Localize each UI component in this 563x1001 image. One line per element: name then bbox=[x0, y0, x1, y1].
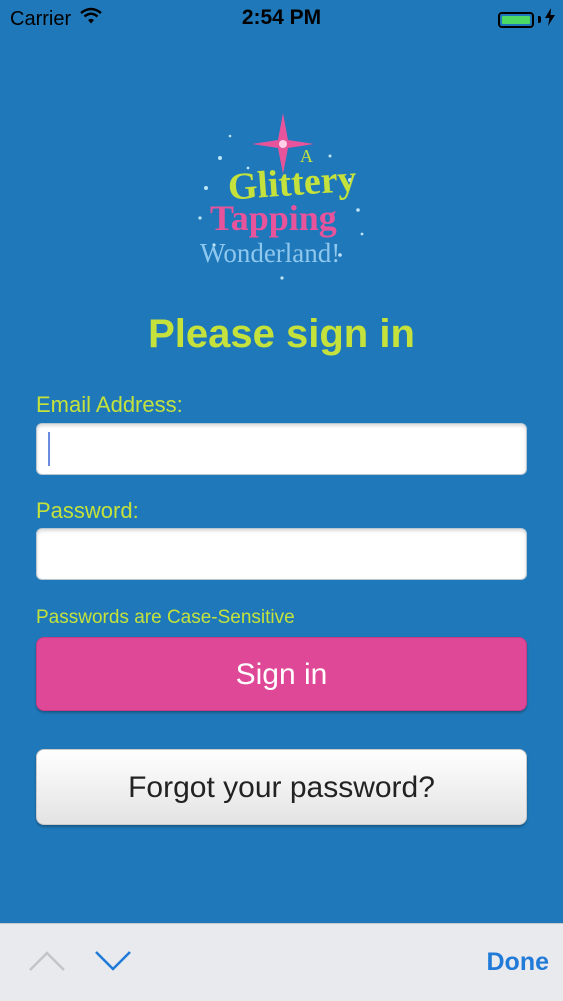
keyboard-toolbar: Done bbox=[0, 923, 563, 1001]
sign-in-button[interactable]: Sign in bbox=[36, 637, 527, 711]
password-label: Password: bbox=[36, 498, 139, 523]
battery-fill bbox=[502, 15, 530, 24]
next-field-button[interactable] bbox=[94, 950, 132, 977]
status-bar: Carrier 2:54 PM bbox=[0, 0, 563, 40]
app-logo: A Glittery Tapping Wonderland! bbox=[190, 110, 370, 285]
chevron-down-icon bbox=[95, 951, 131, 971]
done-button[interactable]: Done bbox=[487, 948, 550, 977]
battery-icon bbox=[498, 11, 534, 28]
password-field[interactable] bbox=[36, 528, 527, 580]
case-sensitive-hint: Passwords are Case-Sensitive bbox=[36, 607, 295, 628]
status-right bbox=[498, 8, 555, 31]
previous-field-button[interactable] bbox=[28, 950, 66, 977]
logo-line-wonderland: Wonderland! bbox=[200, 238, 340, 268]
chevron-up-icon bbox=[29, 951, 65, 971]
email-field[interactable] bbox=[36, 423, 527, 475]
logo-line-tapping: Tapping bbox=[210, 198, 337, 238]
text-caret bbox=[48, 432, 50, 466]
charging-bolt-icon bbox=[545, 8, 555, 31]
forgot-password-button[interactable]: Forgot your password? bbox=[36, 749, 527, 825]
battery-nub bbox=[538, 16, 541, 23]
status-time: 2:54 PM bbox=[241, 6, 322, 29]
email-label: Email Address: bbox=[36, 392, 183, 417]
page-title: Please sign in bbox=[148, 312, 415, 356]
